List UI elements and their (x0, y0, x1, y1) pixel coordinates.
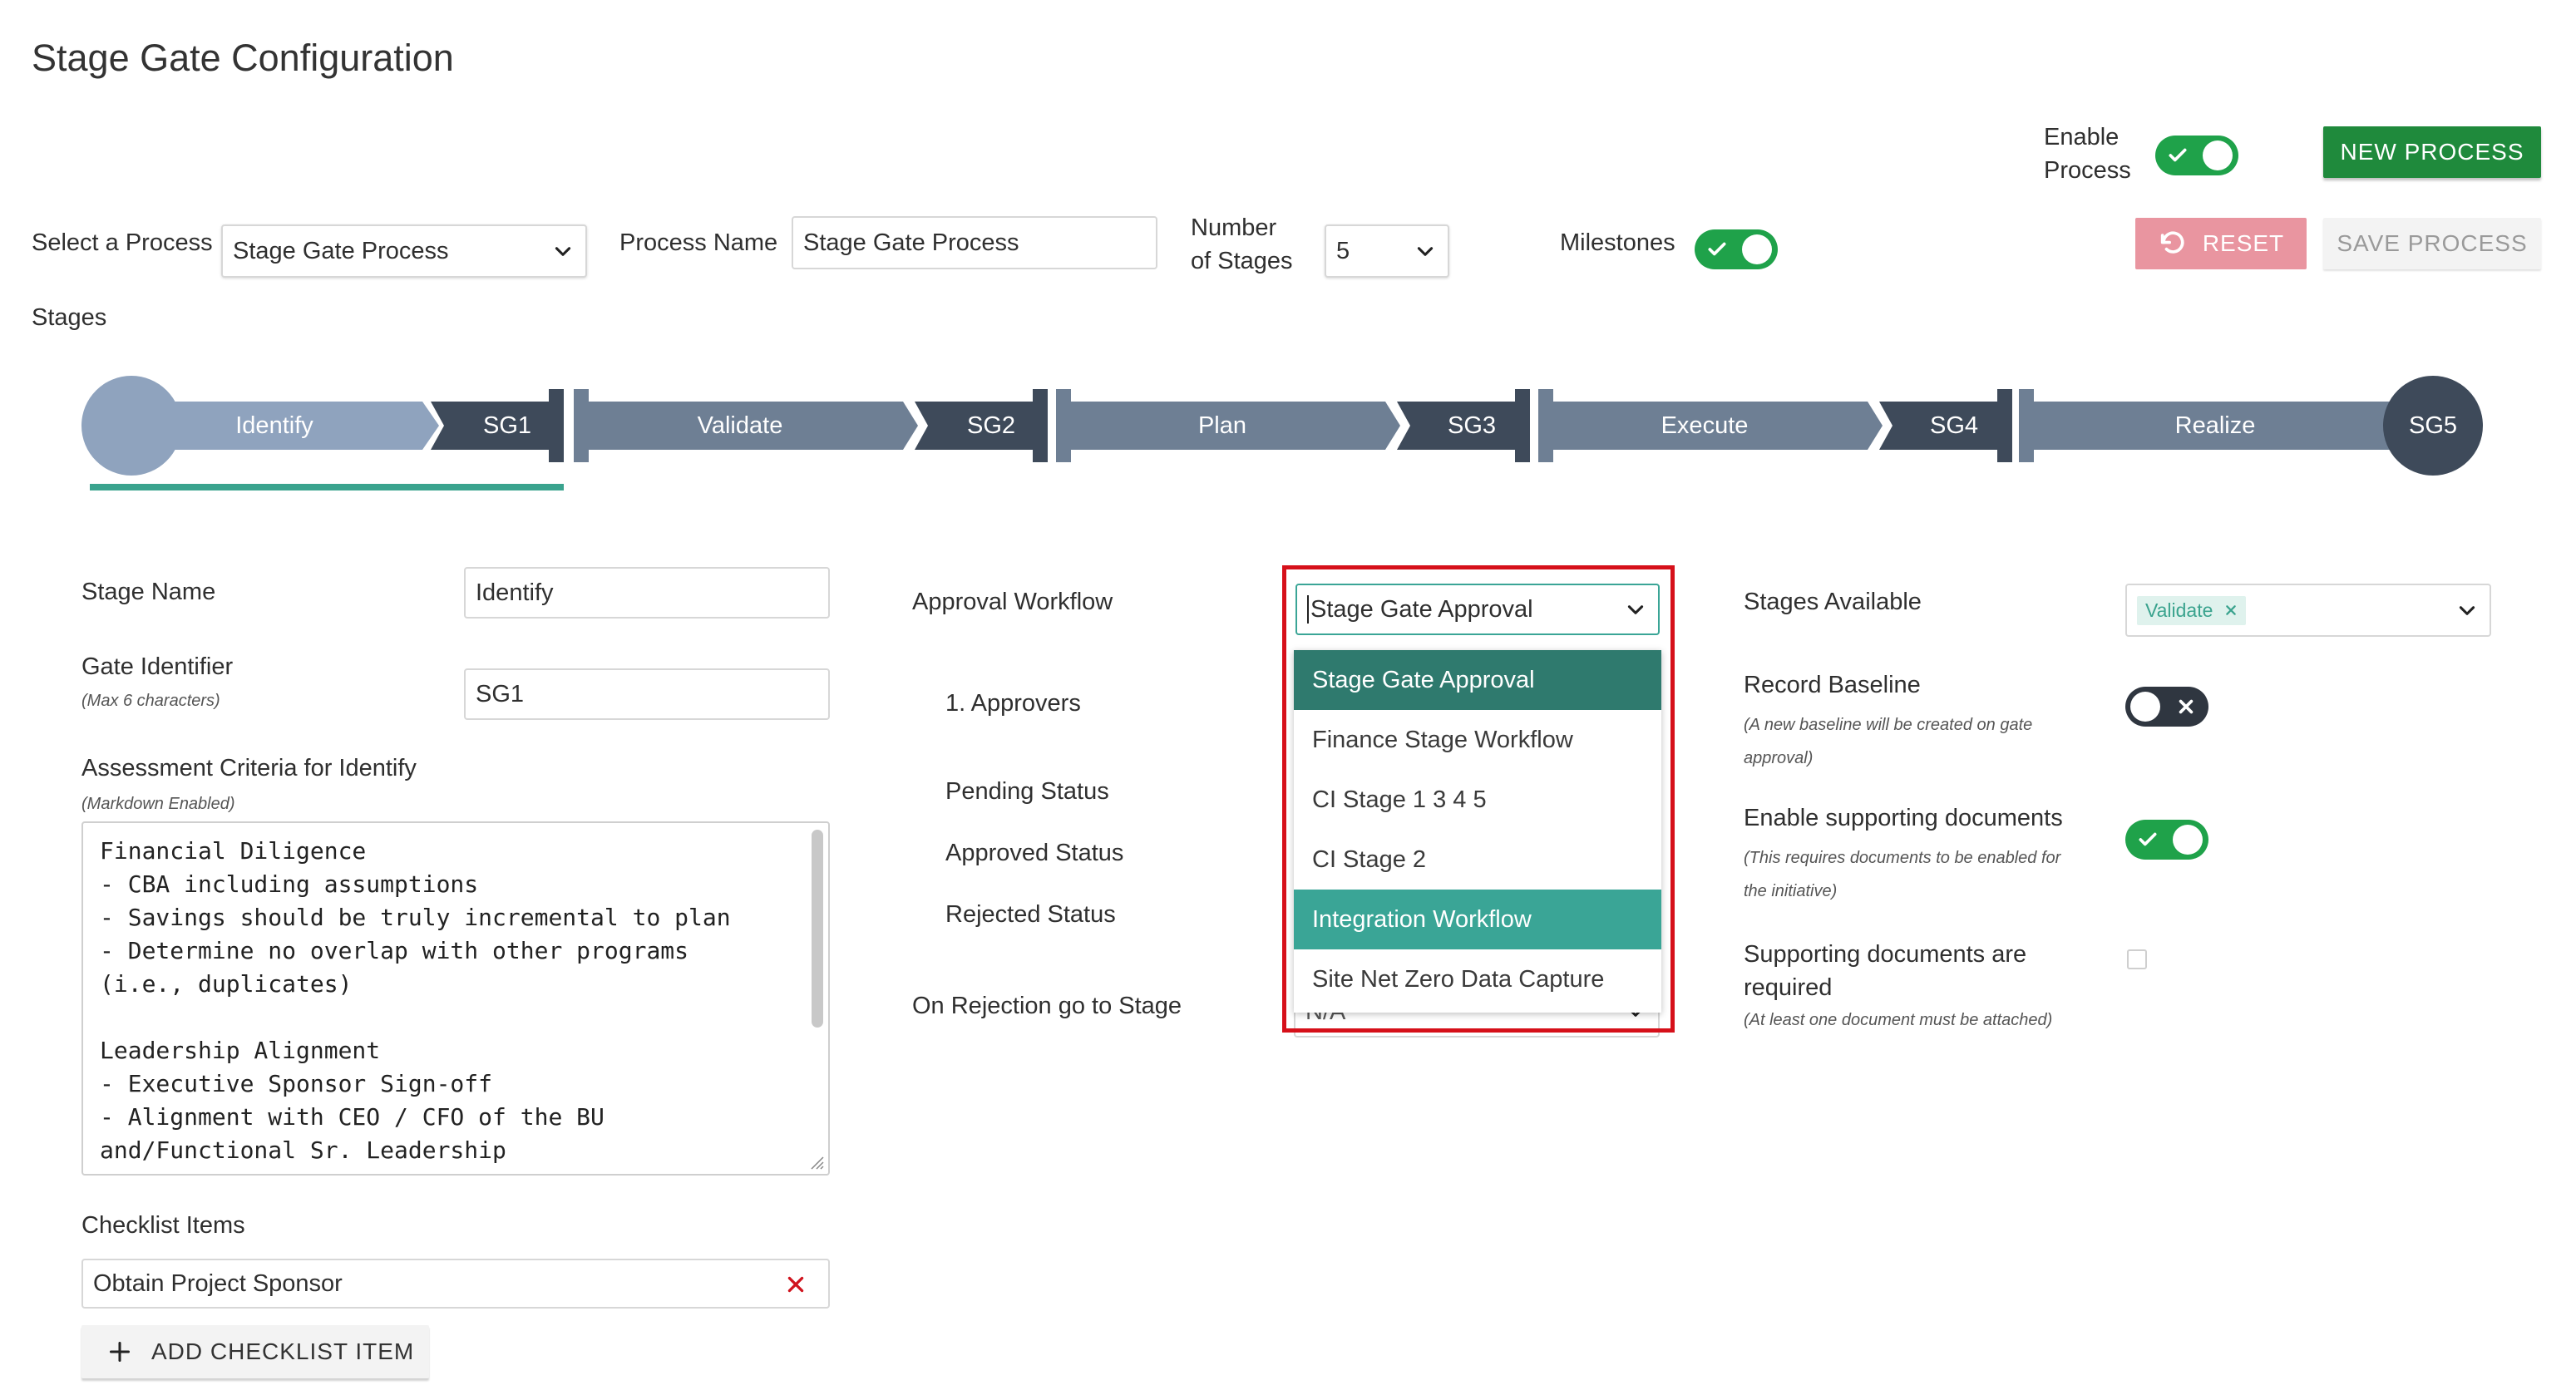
stage-name-label: Stage Name (81, 579, 216, 605)
workflow-option[interactable]: Stage Gate Approval (1294, 650, 1661, 710)
gate-identifier-value: SG1 (476, 680, 525, 707)
text-cursor (1307, 595, 1309, 624)
assessment-criteria-textarea[interactable]: Financial Diligence - CBA including assu… (81, 821, 830, 1176)
record-baseline-hint: (A new baseline will be created on gate … (1744, 716, 2033, 767)
reset-label: RESET (2202, 230, 2285, 256)
approval-workflow-value: Stage Gate Approval (1310, 595, 1533, 623)
workflow-option[interactable]: Finance Stage Workflow (1294, 710, 1661, 770)
rejected-status-label: Rejected Status (945, 901, 1116, 928)
process-name-label: Process Name (619, 229, 778, 256)
enable-supporting-docs-toggle[interactable] (2125, 820, 2208, 860)
workflow-option[interactable]: CI Stage 1 3 4 5 (1294, 770, 1661, 830)
add-checklist-item-label: ADD CHECKLIST ITEM (151, 1338, 415, 1364)
gate-sg5-circle[interactable]: SG5 (2383, 376, 2483, 476)
chevron-down-icon (2459, 606, 2475, 615)
chevron-down-icon (1417, 247, 1434, 256)
approval-workflow-label: Approval Workflow (912, 589, 1113, 615)
select-process-label: Select a Process (32, 229, 213, 256)
gate-sg4[interactable]: SG4 (1896, 402, 2012, 450)
record-baseline-toggle[interactable] (2125, 687, 2208, 727)
enable-supporting-docs-label: Enable supporting documents (1744, 805, 2063, 831)
enable-process-toggle[interactable] (2155, 136, 2238, 175)
chevron-down-icon (1627, 605, 1644, 614)
chevron-down-icon (555, 247, 571, 256)
stage-chip-label: Validate (2145, 599, 2213, 621)
checklist-item-input[interactable]: Obtain Project Sponsor (81, 1259, 830, 1309)
plus-icon (109, 1341, 131, 1363)
number-of-stages-dropdown[interactable]: 5 (1325, 224, 1449, 278)
select-process-dropdown[interactable]: Stage Gate Process (221, 224, 587, 278)
undo-icon (2160, 231, 2184, 254)
new-process-button[interactable]: NEW PROCESS (2323, 126, 2541, 178)
close-icon (2179, 699, 2194, 714)
number-of-stages-value: 5 (1336, 237, 1350, 264)
stage-name-value: Identify (476, 579, 554, 606)
stage-validate[interactable]: Validate (599, 402, 881, 450)
stage-realize[interactable]: Realize (2032, 402, 2398, 450)
approved-status-label: Approved Status (945, 840, 1124, 866)
reset-button[interactable]: RESET (2135, 218, 2307, 269)
close-icon[interactable] (785, 1274, 807, 1295)
stage-identify[interactable]: Identify (175, 402, 374, 450)
docs-required-hint: (At least one document must be attached) (1744, 1011, 2053, 1029)
approval-workflow-options: Stage Gate Approval Finance Stage Workfl… (1294, 650, 1661, 1013)
save-process-button[interactable]: SAVE PROCESS (2323, 218, 2541, 269)
pending-status-label: Pending Status (945, 778, 1109, 805)
process-name-input[interactable]: Stage Gate Process (792, 216, 1157, 269)
workflow-option[interactable]: Integration Workflow (1294, 890, 1661, 949)
textarea-scrollbar[interactable] (812, 830, 823, 1028)
assessment-criteria-hint: (Markdown Enabled) (81, 795, 235, 813)
stage-execute[interactable]: Execute (1563, 402, 1846, 450)
gate-identifier-input[interactable]: SG1 (464, 668, 830, 720)
page-title: Stage Gate Configuration (32, 37, 454, 79)
close-icon[interactable] (2224, 604, 2238, 617)
checklist-items-label: Checklist Items (81, 1212, 245, 1239)
stages-available-dropdown[interactable]: Validate (2125, 584, 2491, 637)
stage-name-input[interactable]: Identify (464, 567, 830, 619)
active-stage-underline (90, 484, 564, 490)
enable-supporting-docs-hint: (This requires documents to be enabled f… (1744, 849, 2061, 900)
process-name-value: Stage Gate Process (803, 229, 1019, 256)
select-process-value: Stage Gate Process (233, 237, 449, 264)
approval-workflow-dropdown[interactable]: Stage Gate Approval (1295, 584, 1660, 635)
workflow-option[interactable]: CI Stage 2 (1294, 830, 1661, 890)
resize-handle-icon[interactable] (810, 1156, 825, 1171)
add-checklist-item-button[interactable]: ADD CHECKLIST ITEM (81, 1325, 429, 1378)
check-icon (1708, 242, 1726, 256)
stages-label: Stages (32, 304, 107, 331)
stage-plan[interactable]: Plan (1081, 402, 1364, 450)
assessment-criteria-label: Assessment Criteria for Identify (81, 755, 417, 781)
assessment-criteria-text: Financial Diligence - CBA including assu… (100, 837, 731, 1164)
checklist-item-value: Obtain Project Sponsor (93, 1269, 343, 1297)
check-icon (2139, 832, 2157, 846)
docs-required-checkbox[interactable] (2127, 949, 2147, 969)
gate-identifier-label: Gate Identifier (81, 653, 234, 680)
record-baseline-label: Record Baseline (1744, 672, 1921, 698)
docs-required-label: Supporting documents are required (1744, 941, 2027, 1001)
enable-process-label: Enable Process (2044, 124, 2131, 184)
workflow-option[interactable]: Site Net Zero Data Capture (1294, 949, 1661, 1009)
gate-sg1[interactable]: SG1 (449, 402, 565, 450)
gate-identifier-hint: (Max 6 characters) (81, 692, 220, 710)
number-of-stages-label: Number of Stages (1191, 214, 1293, 274)
gate-sg3[interactable]: SG3 (1414, 402, 1530, 450)
milestones-label: Milestones (1560, 229, 1675, 256)
stages-available-label: Stages Available (1744, 589, 1922, 615)
check-icon (2169, 148, 2187, 162)
on-rejection-label: On Rejection go to Stage (912, 993, 1182, 1019)
milestones-toggle[interactable] (1695, 229, 1778, 269)
stage-chip: Validate (2137, 595, 2247, 625)
approvers-label: 1. Approvers (945, 690, 1081, 717)
gate-sg2[interactable]: SG2 (933, 402, 1049, 450)
